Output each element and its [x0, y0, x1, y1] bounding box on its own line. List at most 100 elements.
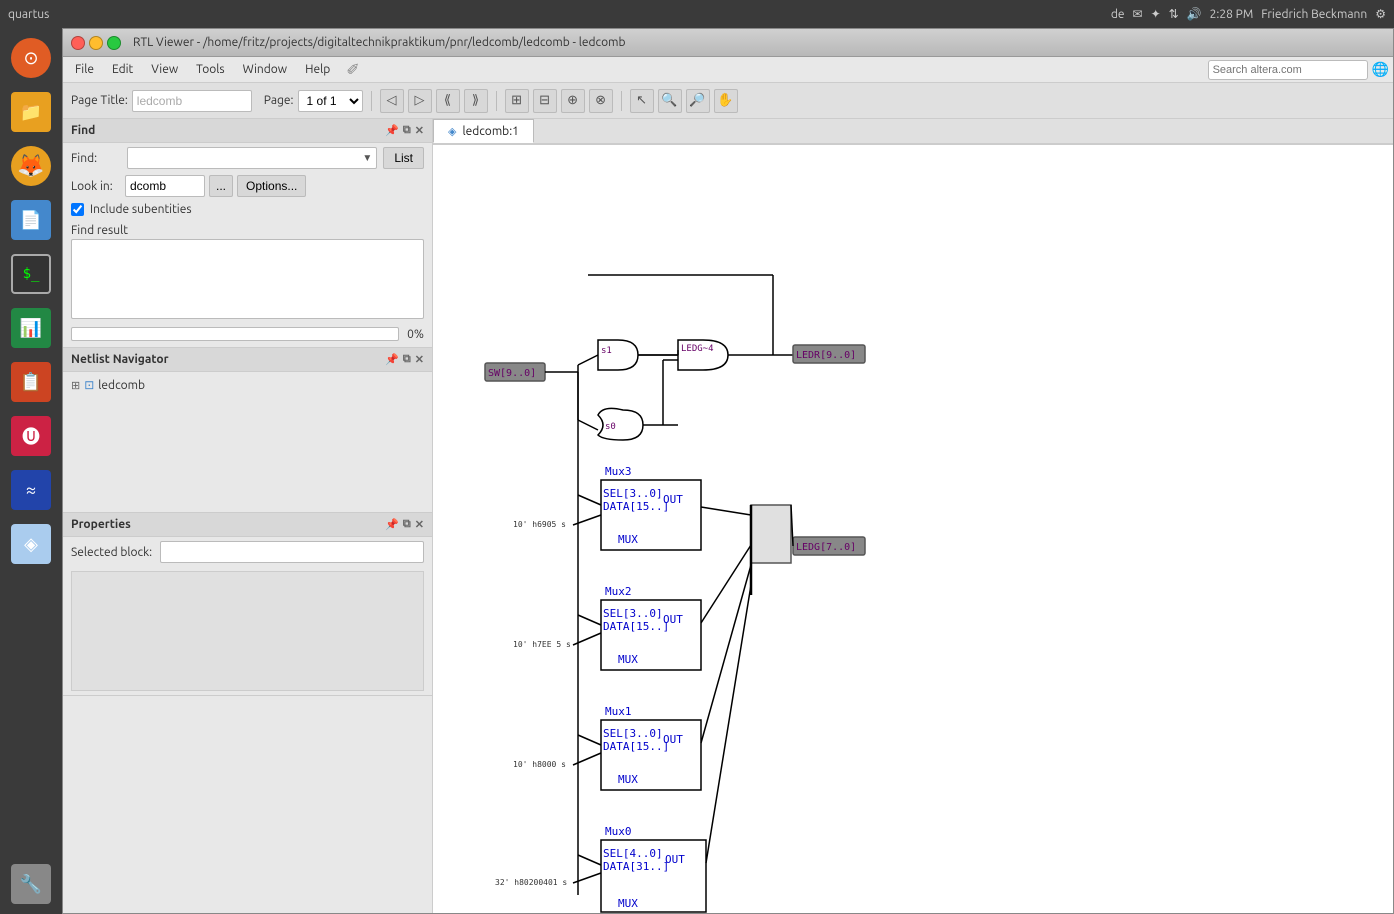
svg-text:Mux1: Mux1 [605, 705, 632, 718]
properties-pin-icon[interactable]: 📌 [385, 518, 399, 531]
close-button[interactable] [71, 36, 85, 50]
svg-text:OUT: OUT [663, 733, 683, 746]
tree-item-ledcomb[interactable]: ⊞ ⊡ ledcomb [71, 376, 424, 394]
svg-text:DATA[15..]: DATA[15..] [603, 740, 669, 753]
toolbar-btn-fit[interactable]: ⊞ [505, 89, 529, 113]
netlist-title: Netlist Navigator [71, 353, 169, 366]
include-subentities-checkbox[interactable] [71, 203, 84, 216]
netlist-extra-space [63, 452, 432, 512]
network-icon: ⇅ [1169, 7, 1179, 21]
find-label: Find: [71, 152, 121, 165]
window-controls [71, 36, 121, 50]
toolbar-btn-zoomin[interactable]: ⊕ [561, 89, 585, 113]
find-header-icons: 📌 ⧉ ✕ [385, 124, 424, 137]
svg-text:DATA[31..]: DATA[31..] [603, 860, 669, 873]
menu-file[interactable]: File [67, 61, 102, 78]
toolbar-btn-back[interactable]: ◁ [380, 89, 404, 113]
options-button[interactable]: Options... [237, 175, 306, 197]
find-title: Find [71, 124, 95, 137]
toolbar-btn-hand[interactable]: ✋ [714, 89, 738, 113]
sidebar-spreadsheet[interactable]: 📊 [5, 302, 57, 354]
netlist-pin-icon[interactable]: 📌 [385, 353, 399, 366]
minimize-button[interactable] [89, 36, 103, 50]
rtl-canvas[interactable]: .wire { stroke: #000; stroke-width: 1.5;… [433, 145, 1393, 913]
include-subentities-label: Include subentities [90, 203, 192, 216]
svg-text:DATA[15..]: DATA[15..] [603, 620, 669, 633]
sidebar-app1[interactable]: 🅤 [5, 410, 57, 462]
app-name: quartus [8, 8, 49, 21]
svg-text:10' h8000 s: 10' h8000 s [513, 760, 566, 769]
list-button[interactable]: List [383, 147, 424, 169]
settings-icon[interactable]: ⚙ [1375, 7, 1386, 21]
svg-text:OUT: OUT [665, 853, 685, 866]
sidebar-app3[interactable]: ◈ [5, 518, 57, 570]
page-label: Page: [264, 94, 294, 107]
look-in-row: Look in: ... Options... [63, 173, 432, 199]
sidebar-files[interactable]: 📁 [5, 86, 57, 138]
page-title-input[interactable] [132, 90, 252, 112]
netlist-restore-icon[interactable]: ⧉ [403, 353, 411, 366]
svg-text:MUX: MUX [618, 773, 638, 786]
help-icon[interactable]: ✐ [346, 60, 359, 79]
window-title: RTL Viewer - /home/fritz/projects/digita… [133, 36, 626, 49]
find-close-icon[interactable]: ✕ [415, 124, 424, 137]
svg-text:MUX: MUX [618, 897, 638, 910]
page-title-label: Page Title: [71, 94, 128, 107]
maximize-button[interactable] [107, 36, 121, 50]
find-restore-icon[interactable]: ⧉ [403, 124, 411, 137]
sidebar-app4[interactable]: 🔧 [5, 858, 57, 910]
netlist-header: Netlist Navigator 📌 ⧉ ✕ [63, 348, 432, 372]
tree-component-icon: ⊡ [84, 378, 94, 392]
sidebar-presentation[interactable]: 📋 [5, 356, 57, 408]
toolbar-btn-zoom2[interactable]: 🔎 [686, 89, 710, 113]
menu-view[interactable]: View [143, 61, 186, 78]
svg-text:Mux0: Mux0 [605, 825, 632, 838]
toolbar-btn-last[interactable]: ⟫ [464, 89, 488, 113]
toolbar-btn-zoom[interactable]: 🔍 [658, 89, 682, 113]
rtl-tabs: ◈ ledcomb:1 [433, 119, 1393, 145]
properties-section: Properties 📌 ⧉ ✕ Selected block: [63, 513, 432, 696]
left-panel: Find 📌 ⧉ ✕ Find: ▼ List Look in: [63, 119, 433, 913]
svg-text:s1: s1 [601, 346, 612, 356]
properties-close-icon[interactable]: ✕ [415, 518, 424, 531]
look-in-input[interactable] [125, 175, 205, 197]
time-display: 2:28 PM [1210, 8, 1254, 21]
netlist-close-icon[interactable]: ✕ [415, 353, 424, 366]
rtl-tab-ledcomb[interactable]: ◈ ledcomb:1 [433, 119, 534, 143]
selected-block-input[interactable] [160, 541, 424, 563]
sidebar-terminal[interactable]: $_ [5, 248, 57, 300]
find-pin-icon[interactable]: 📌 [385, 124, 399, 137]
menu-window[interactable]: Window [235, 61, 295, 78]
properties-header-icons: 📌 ⧉ ✕ [385, 518, 424, 531]
sidebar-documents[interactable]: 📄 [5, 194, 57, 246]
toolbar-btn-first[interactable]: ⟪ [436, 89, 460, 113]
find-combo[interactable]: ▼ [127, 147, 377, 169]
find-section: Find 📌 ⧉ ✕ Find: ▼ List Look in: [63, 119, 432, 348]
toolbar-btn-fit2[interactable]: ⊟ [533, 89, 557, 113]
progress-row: 0% [63, 323, 432, 347]
menu-help[interactable]: Help [297, 61, 338, 78]
sidebar-ubuntu[interactable]: ⊙ [5, 32, 57, 84]
menu-tools[interactable]: Tools [188, 61, 233, 78]
browse-button[interactable]: ... [209, 175, 233, 197]
toolbar-btn-fwd[interactable]: ▷ [408, 89, 432, 113]
svg-text:LEDR[9..0]: LEDR[9..0] [796, 350, 856, 361]
svg-text:SEL[4..0]: SEL[4..0] [603, 847, 663, 860]
svg-text:MUX: MUX [618, 533, 638, 546]
content-area: Find 📌 ⧉ ✕ Find: ▼ List Look in: [63, 119, 1393, 913]
sidebar-app2[interactable]: ≈ [5, 464, 57, 516]
search-input[interactable] [1208, 60, 1368, 80]
sidebar-firefox[interactable]: 🦊 [5, 140, 57, 192]
volume-icon: 🔊 [1187, 7, 1202, 21]
toolbar-sep-2 [496, 91, 497, 111]
progress-label: 0% [407, 328, 424, 341]
properties-restore-icon[interactable]: ⧉ [403, 518, 411, 531]
page-select[interactable]: 1 of 1 [298, 90, 363, 112]
bluetooth-icon: ✦ [1151, 7, 1161, 21]
netlist-header-icons: 📌 ⧉ ✕ [385, 353, 424, 366]
menu-edit[interactable]: Edit [104, 61, 141, 78]
svg-text:LEDG~4: LEDG~4 [681, 344, 714, 354]
toolbar-btn-cursor[interactable]: ↖ [630, 89, 654, 113]
circuit-svg: .wire { stroke: #000; stroke-width: 1.5;… [433, 145, 1333, 913]
toolbar-btn-zoomout[interactable]: ⊗ [589, 89, 613, 113]
